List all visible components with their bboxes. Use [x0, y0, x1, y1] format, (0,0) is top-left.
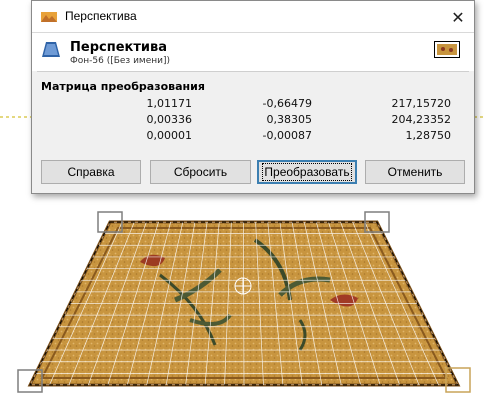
cancel-button[interactable]: Отменить — [365, 160, 465, 184]
matrix-label: Матрица преобразования — [41, 80, 205, 93]
transform-matrix: 1,01171 -0,66479 217,15720 0,00336 0,383… — [32, 97, 474, 145]
close-icon[interactable]: ✕ — [448, 7, 468, 27]
dialog-header: Перспектива Фон-56 ([Без имени]) — [32, 33, 474, 71]
matrix-cell: 1,01171 — [146, 97, 193, 110]
matrix-cell: 0,00336 — [146, 113, 193, 126]
perspective-tool-icon — [42, 42, 60, 57]
image-thumbnail-icon — [434, 41, 460, 58]
window-title: Перспектива — [65, 9, 137, 23]
reset-button[interactable]: Сбросить — [150, 160, 251, 184]
header-divider — [37, 71, 469, 72]
cancel-button-label: Отменить — [387, 165, 443, 179]
matrix-cell: 217,15720 — [391, 97, 452, 110]
gimp-app-icon — [41, 12, 57, 22]
matrix-cell: -0,00087 — [262, 129, 312, 142]
matrix-row: 0,00001 -0,00087 1,28750 — [32, 129, 474, 145]
transform-button[interactable]: Преобразовать — [257, 160, 357, 184]
matrix-cell: 0,00001 — [146, 129, 193, 142]
button-row: Справка Сбросить Преобразовать Отменить — [32, 160, 474, 186]
matrix-cell: -0,66479 — [262, 97, 312, 110]
transformed-image — [27, 220, 461, 387]
title-bar[interactable]: Перспектива ✕ — [32, 1, 474, 33]
tool-title: Перспектива — [70, 40, 167, 55]
reset-button-label: Сбросить — [173, 165, 228, 179]
layer-subtitle: Фон-56 ([Без имени]) — [70, 56, 171, 66]
matrix-row: 0,00336 0,38305 204,23352 — [32, 113, 474, 129]
matrix-cell: 1,28750 — [405, 129, 452, 142]
help-button[interactable]: Справка — [41, 160, 141, 184]
perspective-dialog: Перспектива ✕ Перспектива Фон-56 ([Без и… — [31, 0, 475, 194]
matrix-row: 1,01171 -0,66479 217,15720 — [32, 97, 474, 113]
help-button-label: Справка — [67, 165, 115, 179]
matrix-cell: 0,38305 — [266, 113, 313, 126]
transform-button-label: Преобразовать — [262, 163, 352, 181]
matrix-cell: 204,23352 — [391, 113, 452, 126]
